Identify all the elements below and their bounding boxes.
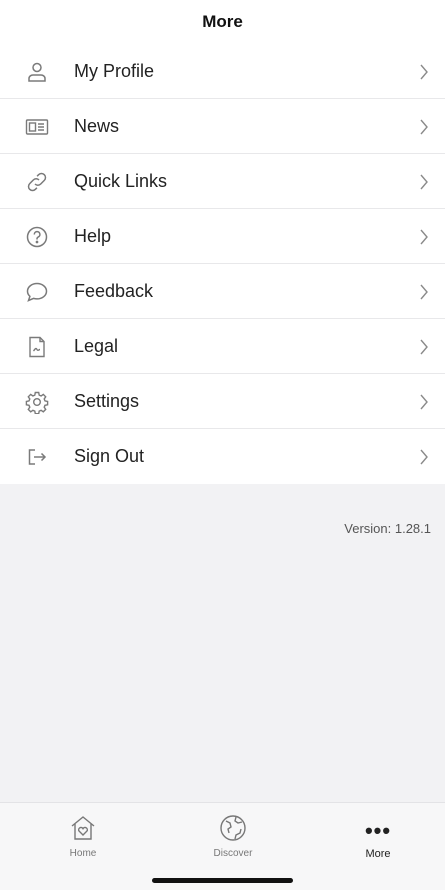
menu-item-quick-links[interactable]: Quick Links (0, 154, 445, 209)
menu-item-news[interactable]: News (0, 99, 445, 154)
menu-item-legal[interactable]: Legal (0, 319, 445, 374)
chevron-right-icon (417, 393, 431, 411)
user-icon (24, 59, 50, 85)
version-label: Version: 1.28.1 (344, 521, 431, 536)
sign-out-icon (24, 444, 50, 470)
chevron-right-icon (417, 283, 431, 301)
menu-item-label: Legal (74, 336, 119, 356)
document-icon (24, 334, 50, 360)
chevron-right-icon (417, 338, 431, 356)
tab-label: Discover (213, 848, 253, 859)
chevron-right-icon (417, 118, 431, 136)
help-icon (24, 224, 50, 250)
menu-item-feedback[interactable]: Feedback (0, 264, 445, 319)
tab-discover[interactable]: Discover (183, 811, 283, 871)
more-screen: More My Profile News Quick Links Help Fe… (0, 0, 445, 890)
menu-item-settings[interactable]: Settings (0, 374, 445, 429)
chevron-right-icon (417, 173, 431, 191)
globe-icon (216, 811, 250, 845)
menu-item-label: Feedback (74, 281, 154, 301)
menu-item-label: Settings (74, 391, 140, 411)
chevron-right-icon (417, 63, 431, 81)
home-indicator (152, 878, 293, 883)
gear-icon (24, 389, 50, 415)
page-title: More (202, 12, 243, 31)
menu-item-sign-out[interactable]: Sign Out (0, 429, 445, 484)
menu-item-label: Sign Out (74, 446, 145, 466)
more-menu: My Profile News Quick Links Help Feedbac… (0, 44, 445, 484)
menu-item-help[interactable]: Help (0, 209, 445, 264)
chat-bubble-icon (24, 279, 50, 305)
tab-label: More (365, 848, 391, 860)
home-heart-icon (66, 811, 100, 845)
tab-label: Home (69, 848, 97, 859)
tab-more[interactable]: ••• More (328, 811, 428, 871)
header: More (0, 0, 445, 44)
newspaper-icon (24, 114, 50, 140)
menu-item-label: My Profile (74, 61, 155, 81)
menu-item-my-profile[interactable]: My Profile (0, 44, 445, 99)
chevron-right-icon (417, 228, 431, 246)
menu-item-label: News (74, 116, 120, 136)
chevron-right-icon (417, 448, 431, 466)
tab-home[interactable]: Home (33, 811, 133, 871)
menu-item-label: Help (74, 226, 112, 246)
menu-item-label: Quick Links (74, 171, 168, 191)
more-dots-icon: ••• (364, 818, 392, 843)
link-icon (24, 169, 50, 195)
tab-bar: Home Discover ••• More (0, 802, 445, 890)
